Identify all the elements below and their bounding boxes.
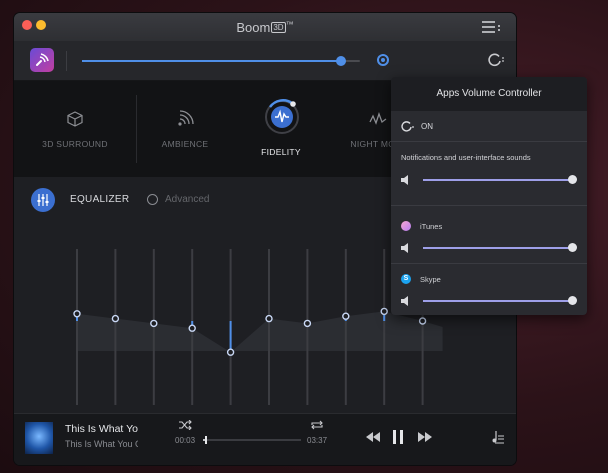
repeat-icon[interactable] [310, 420, 324, 430]
effect-fidelity[interactable]: FIDELITY [233, 81, 329, 177]
time-total: 03:37 [307, 436, 328, 445]
effect-ambience[interactable]: AMBIENCE [137, 81, 233, 177]
eq-band-knob[interactable] [265, 314, 273, 323]
panel-divider [391, 263, 587, 264]
equalizer-label: EQUALIZER [70, 194, 130, 205]
app-title: Boom 3D ™ [14, 20, 516, 35]
slider-fill [423, 179, 573, 181]
panel-title: Apps Volume Controller [436, 88, 542, 99]
slider-knob[interactable] [568, 243, 577, 252]
equalizer-icon [37, 194, 49, 206]
app-title-text: Boom [236, 20, 271, 35]
boost-toggle-button[interactable] [377, 54, 389, 66]
app-name-label: iTunes [420, 222, 443, 231]
speaker-icon [401, 243, 408, 253]
track-artist: This Is What You Came For [65, 439, 138, 449]
volume-bar [14, 41, 516, 81]
title-bar: Boom 3D ™ [14, 13, 516, 41]
eq-band-knob[interactable] [150, 319, 158, 328]
app-name-label: Skype [420, 275, 441, 284]
effect-label: 3D SURROUND [42, 139, 108, 149]
itunes-icon [401, 221, 411, 231]
master-volume-knob[interactable] [335, 56, 346, 66]
slider-fill [423, 247, 573, 249]
ambience-icon [178, 110, 194, 126]
eq-curve-area [77, 311, 443, 353]
player-bar: This Is What You Came For This Is What Y… [14, 413, 516, 465]
eq-band-knob[interactable] [226, 348, 235, 356]
apps-volume-icon[interactable] [487, 53, 504, 69]
seek-knob[interactable] [204, 436, 207, 444]
fidelity-dial-icon [265, 99, 299, 134]
eq-band-knob[interactable] [188, 324, 196, 332]
slider-fill [423, 300, 573, 302]
itunes-volume-slider[interactable] [423, 243, 577, 252]
advanced-label: Advanced [165, 194, 210, 205]
effect-label: AMBIENCE [161, 139, 209, 149]
speaker-icon [401, 175, 408, 185]
time-elapsed: 00:03 [175, 436, 196, 445]
apps-volume-controller-panel: Apps Volume Controller ON Notifications … [391, 77, 587, 315]
eq-band-knob[interactable] [303, 319, 312, 328]
panel-divider [391, 205, 587, 206]
skype-volume-slider[interactable] [423, 296, 577, 305]
pause-button[interactable] [392, 429, 404, 445]
eq-band-knob[interactable] [73, 310, 81, 318]
slider-knob[interactable] [568, 175, 577, 184]
effect-3d-surround[interactable]: 3D SURROUND [14, 81, 136, 177]
master-volume-fill [82, 60, 341, 62]
album-art[interactable] [25, 422, 53, 454]
eq-band-knob[interactable] [380, 307, 388, 316]
seek-slider[interactable] [203, 436, 301, 444]
boom-logo-icon[interactable] [30, 48, 54, 72]
eq-band-knob[interactable] [418, 317, 427, 325]
notifications-volume-slider[interactable] [423, 175, 577, 184]
app-title-tm: ™ [285, 20, 294, 29]
equalizer-toggle-button[interactable] [31, 188, 55, 212]
speaker-icon [401, 296, 408, 306]
playlist-icon[interactable] [492, 430, 504, 444]
track-title: This Is What You Came For [65, 423, 138, 435]
toggle-state-label: ON [421, 122, 433, 131]
skype-icon: S [401, 274, 411, 284]
master-volume-slider[interactable] [82, 56, 360, 66]
power-toggle-icon[interactable] [401, 121, 415, 133]
panel-divider [391, 141, 587, 142]
eq-band-knob[interactable] [111, 314, 120, 323]
night-mode-icon [369, 112, 387, 125]
cube-icon [67, 111, 83, 127]
shuffle-icon[interactable] [178, 420, 192, 430]
app-title-badge: 3D [271, 22, 286, 33]
menu-icon[interactable] [482, 21, 500, 33]
slider-knob[interactable] [568, 296, 577, 305]
notifications-label: Notifications and user-interface sounds [401, 153, 531, 162]
eq-band-knob[interactable] [342, 312, 350, 320]
previous-track-button[interactable] [366, 432, 380, 442]
panel-header: Apps Volume Controller [391, 77, 587, 111]
advanced-radio[interactable] [147, 194, 158, 205]
next-track-button[interactable] [418, 432, 432, 442]
effect-label: FIDELITY [261, 147, 301, 157]
volume-separator [66, 51, 67, 71]
